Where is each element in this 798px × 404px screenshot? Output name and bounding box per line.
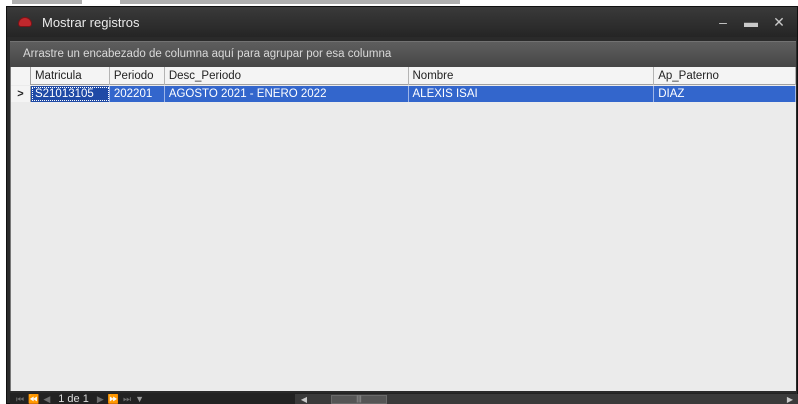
filter-icon[interactable]: ▼	[135, 394, 144, 404]
close-icon[interactable]: ✕	[765, 11, 793, 33]
maximize-icon[interactable]: ▬	[737, 11, 765, 33]
scroll-left-icon[interactable]: ◀	[299, 394, 309, 404]
next-page-icon[interactable]: ▶	[97, 394, 104, 404]
column-header-periodo[interactable]: Periodo	[110, 67, 165, 85]
scrollbar-thumb[interactable]: |||	[331, 395, 387, 404]
page-indicator: 1 de 1	[58, 393, 89, 404]
window-title: Mostrar registros	[42, 14, 140, 30]
group-by-panel[interactable]: Arrastre un encabezado de columna aquí p…	[10, 41, 796, 67]
previous-page-icon[interactable]: ◀	[43, 394, 50, 404]
window-controls: – ▬ ✕	[709, 7, 793, 37]
last-page-icon[interactable]: ⏭	[123, 394, 131, 404]
table-row[interactable]: > S21013105 202201 AGOSTO 2021 - ENERO 2…	[11, 86, 796, 102]
next-page-group-icon[interactable]: ⏩	[108, 394, 119, 404]
table-cell-nombre[interactable]: ALEXIS ISAI	[408, 86, 655, 102]
scroll-right-icon[interactable]: ▶	[785, 394, 795, 404]
previous-page-group-icon[interactable]: ⏪	[28, 394, 39, 404]
record-navigator: ⏮ ⏪ ◀ 1 de 1 ▶ ⏩ ⏭ ▼	[16, 393, 144, 404]
column-header-ap-paterno[interactable]: Ap_Paterno	[654, 67, 796, 85]
records-window: Mostrar registros – ▬ ✕ Arrastre un enca…	[6, 6, 798, 404]
table-cell-matricula[interactable]: S21013105	[30, 86, 110, 102]
row-indicator-icon[interactable]: >	[11, 86, 31, 102]
first-page-icon[interactable]: ⏮	[16, 394, 24, 404]
minimize-icon[interactable]: –	[709, 11, 737, 33]
records-grid[interactable]: Matricula Periodo Desc_Periodo Nombre Ap…	[10, 67, 796, 391]
column-header-matricula[interactable]: Matricula	[31, 67, 110, 85]
background-text-smudge	[12, 0, 82, 4]
group-panel-hint: Arrastre un encabezado de columna aquí p…	[23, 48, 392, 60]
table-cell-periodo[interactable]: 202201	[109, 86, 165, 102]
table-cell-desc-periodo[interactable]: AGOSTO 2021 - ENERO 2022	[164, 86, 409, 102]
status-bar: ⏮ ⏪ ◀ 1 de 1 ▶ ⏩ ⏭ ▼ ◀ ||| ▶	[10, 393, 798, 404]
title-bar[interactable]: Mostrar registros – ▬ ✕	[7, 7, 797, 37]
horizontal-scrollbar[interactable]: ◀ ||| ▶	[295, 394, 798, 404]
column-header-nombre[interactable]: Nombre	[409, 67, 655, 85]
app-icon	[18, 17, 32, 27]
table-cell-ap-paterno[interactable]: DIAZ	[654, 86, 796, 102]
column-header-desc-periodo[interactable]: Desc_Periodo	[165, 67, 409, 85]
column-header-row: Matricula Periodo Desc_Periodo Nombre Ap…	[11, 67, 796, 85]
row-indicator-header	[11, 67, 31, 85]
background-text-smudge	[120, 0, 460, 4]
